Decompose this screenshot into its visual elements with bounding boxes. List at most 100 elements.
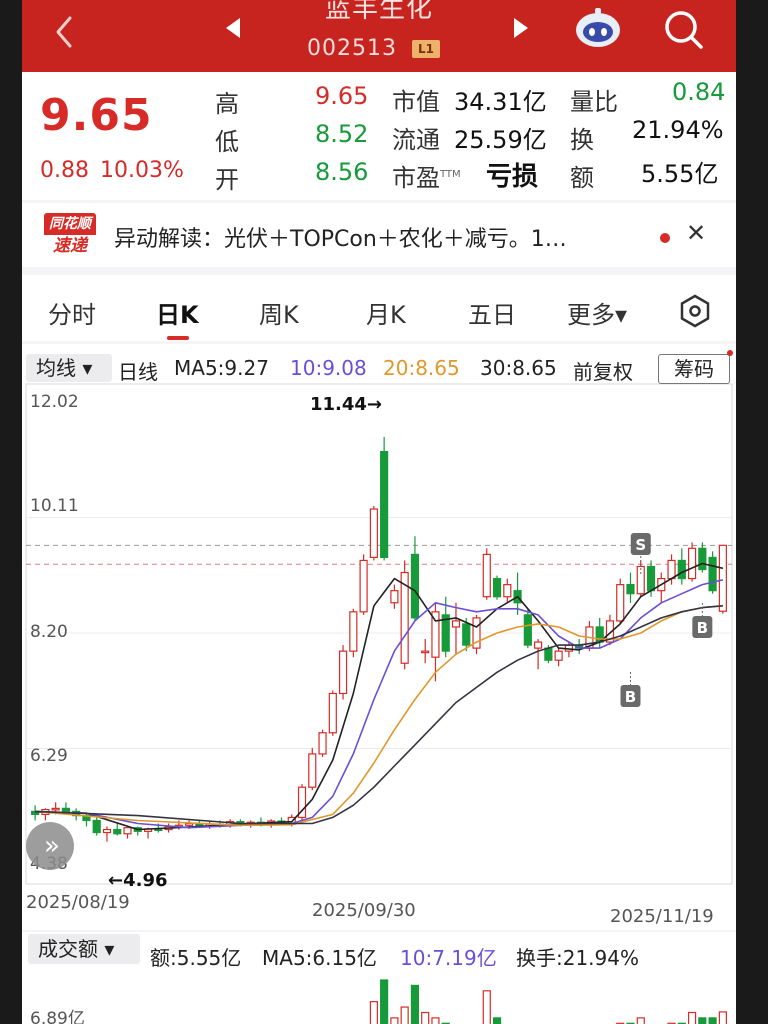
stock-header: 蓝丰生化 002513 L1 bbox=[22, 0, 736, 72]
settings-hexagon-icon[interactable] bbox=[677, 293, 713, 329]
volume-svg bbox=[369, 979, 727, 1024]
candle-down bbox=[708, 556, 717, 592]
candle-up bbox=[308, 753, 317, 788]
low-value: 8.52 bbox=[315, 120, 369, 148]
period-tabs: 分时 日K 周K 月K 五日 更多▾ bbox=[22, 275, 736, 341]
candle-up bbox=[390, 590, 399, 604]
kline-svg[interactable]: S B B bbox=[22, 344, 736, 930]
min-price-label: ←4.96 bbox=[108, 870, 168, 891]
tab-five-day[interactable]: 五日 bbox=[468, 295, 516, 330]
next-arrow-icon[interactable] bbox=[506, 14, 534, 42]
candle-up bbox=[554, 650, 563, 661]
volume-bar bbox=[698, 1017, 707, 1024]
candle-down bbox=[646, 565, 656, 592]
ma20-line bbox=[35, 605, 723, 827]
expand-chevrons-icon[interactable]: » bbox=[26, 822, 74, 870]
volratio-value: 0.84 bbox=[672, 78, 726, 106]
float-label: 流通 bbox=[392, 126, 440, 154]
candle-up bbox=[102, 828, 112, 834]
adjust-mode[interactable]: 前复权 bbox=[573, 356, 633, 385]
ma-selector[interactable]: 均线 ▾ bbox=[26, 354, 112, 382]
high-label: 高 bbox=[215, 90, 239, 118]
robot-icon[interactable] bbox=[573, 6, 623, 50]
y-label-2: 10.11 bbox=[30, 496, 79, 516]
y-label-top: 12.02 bbox=[30, 392, 79, 412]
volume-bar bbox=[718, 1011, 727, 1024]
max-price-label: 11.44→ bbox=[310, 394, 383, 415]
volume-bar bbox=[369, 1001, 378, 1024]
ma-legend-bar: 均线 ▾ 日线 MA5:9.27 10:9.08 20:8.65 30:8.65… bbox=[22, 350, 736, 385]
low-label: 低 bbox=[215, 128, 239, 156]
candle-up bbox=[338, 650, 348, 695]
level-badge: L1 bbox=[412, 40, 440, 58]
search-icon[interactable] bbox=[660, 6, 706, 52]
candle-down bbox=[61, 807, 71, 812]
tab-daily-k[interactable]: 日K bbox=[156, 295, 199, 330]
tab-intraday[interactable]: 分时 bbox=[48, 295, 96, 330]
stock-code: 002513 bbox=[307, 36, 397, 61]
candle-up bbox=[616, 584, 625, 622]
stock-name: 蓝丰生化 bbox=[324, 0, 433, 24]
news-headline[interactable]: 异动解读：光伏＋TOPCon＋农化＋减亏。1… bbox=[114, 221, 567, 253]
amount-value: 5.55亿 bbox=[641, 160, 719, 188]
sell-marker-s-label: S bbox=[635, 536, 646, 554]
date-label-mid: 2025/09/30 bbox=[312, 900, 416, 921]
candle-down bbox=[113, 828, 122, 835]
y-label-3: 8.20 bbox=[30, 622, 68, 642]
candle-up bbox=[51, 807, 60, 811]
volume-bar bbox=[400, 1006, 409, 1024]
amount-label: 额 bbox=[570, 164, 594, 192]
volume-bar bbox=[410, 984, 420, 1024]
candle-up bbox=[534, 641, 543, 649]
volume-bar bbox=[421, 1011, 430, 1024]
candle-up bbox=[349, 611, 358, 652]
ma10-value: 10:9.08 bbox=[290, 356, 367, 380]
news-bar[interactable]: 同花顺 速递 异动解读：光伏＋TOPCon＋农化＋减亏。1… ✕ bbox=[22, 203, 736, 267]
candle-up bbox=[318, 732, 327, 755]
turnover-label: 换 bbox=[570, 126, 594, 154]
ma30-value: 30:8.65 bbox=[480, 356, 557, 380]
float-value: 25.59亿 bbox=[454, 126, 547, 154]
close-icon[interactable]: ✕ bbox=[686, 219, 706, 247]
candle-up bbox=[482, 553, 491, 598]
candle-up bbox=[451, 620, 461, 628]
candle-up bbox=[421, 650, 430, 654]
candle-up bbox=[123, 827, 132, 835]
current-price: 9.65 bbox=[40, 90, 153, 141]
candle-down bbox=[523, 614, 532, 646]
volume-bar bbox=[687, 1011, 697, 1024]
candle-down bbox=[698, 547, 707, 571]
high-value: 9.65 bbox=[315, 82, 369, 110]
kline-chart[interactable]: S B B 均线 ▾ 日线 MA5:9.27 10:9.08 20:8.65 30:… bbox=[22, 344, 736, 930]
volume-bar bbox=[390, 1017, 399, 1024]
candle-up bbox=[667, 559, 676, 580]
tab-more[interactable]: 更多▾ bbox=[567, 295, 627, 330]
volume-panel: 成交额 ▾ 额:5.55亿 MA5:6.15亿 10:7.19亿 换手:21.9… bbox=[22, 932, 736, 1024]
candle-up bbox=[718, 544, 727, 612]
volume-bar bbox=[708, 1017, 717, 1024]
candle-down bbox=[462, 623, 471, 646]
candle-down bbox=[92, 819, 101, 834]
mktcap-value: 34.31亿 bbox=[454, 88, 547, 116]
notify-dot bbox=[727, 350, 733, 356]
tab-monthly-k[interactable]: 月K bbox=[366, 295, 406, 330]
volume-y-label: 6.89亿 bbox=[30, 1009, 85, 1024]
ths-logo: 同花顺 速递 bbox=[44, 213, 96, 257]
y-label-4: 6.29 bbox=[30, 746, 68, 766]
price-change-percent: 10.03% bbox=[100, 158, 184, 183]
volume-bar bbox=[380, 979, 389, 1024]
chips-button[interactable]: 筹码 bbox=[658, 354, 730, 384]
candle-up bbox=[636, 565, 645, 595]
volume-bar bbox=[492, 1017, 502, 1024]
selected-tab-indicator bbox=[167, 336, 189, 340]
mktcap-label: 市值 bbox=[392, 88, 440, 116]
tab-weekly-k[interactable]: 周K bbox=[259, 295, 299, 330]
candle-up bbox=[503, 584, 512, 598]
price-change: 0.88 bbox=[40, 158, 89, 183]
candle-down bbox=[410, 553, 420, 619]
candle-up bbox=[687, 547, 697, 580]
candle-down bbox=[492, 577, 502, 598]
pe-label: 市盈TTM bbox=[392, 164, 461, 192]
pe-value: 亏损 bbox=[486, 162, 539, 192]
open-label: 开 bbox=[215, 166, 239, 194]
